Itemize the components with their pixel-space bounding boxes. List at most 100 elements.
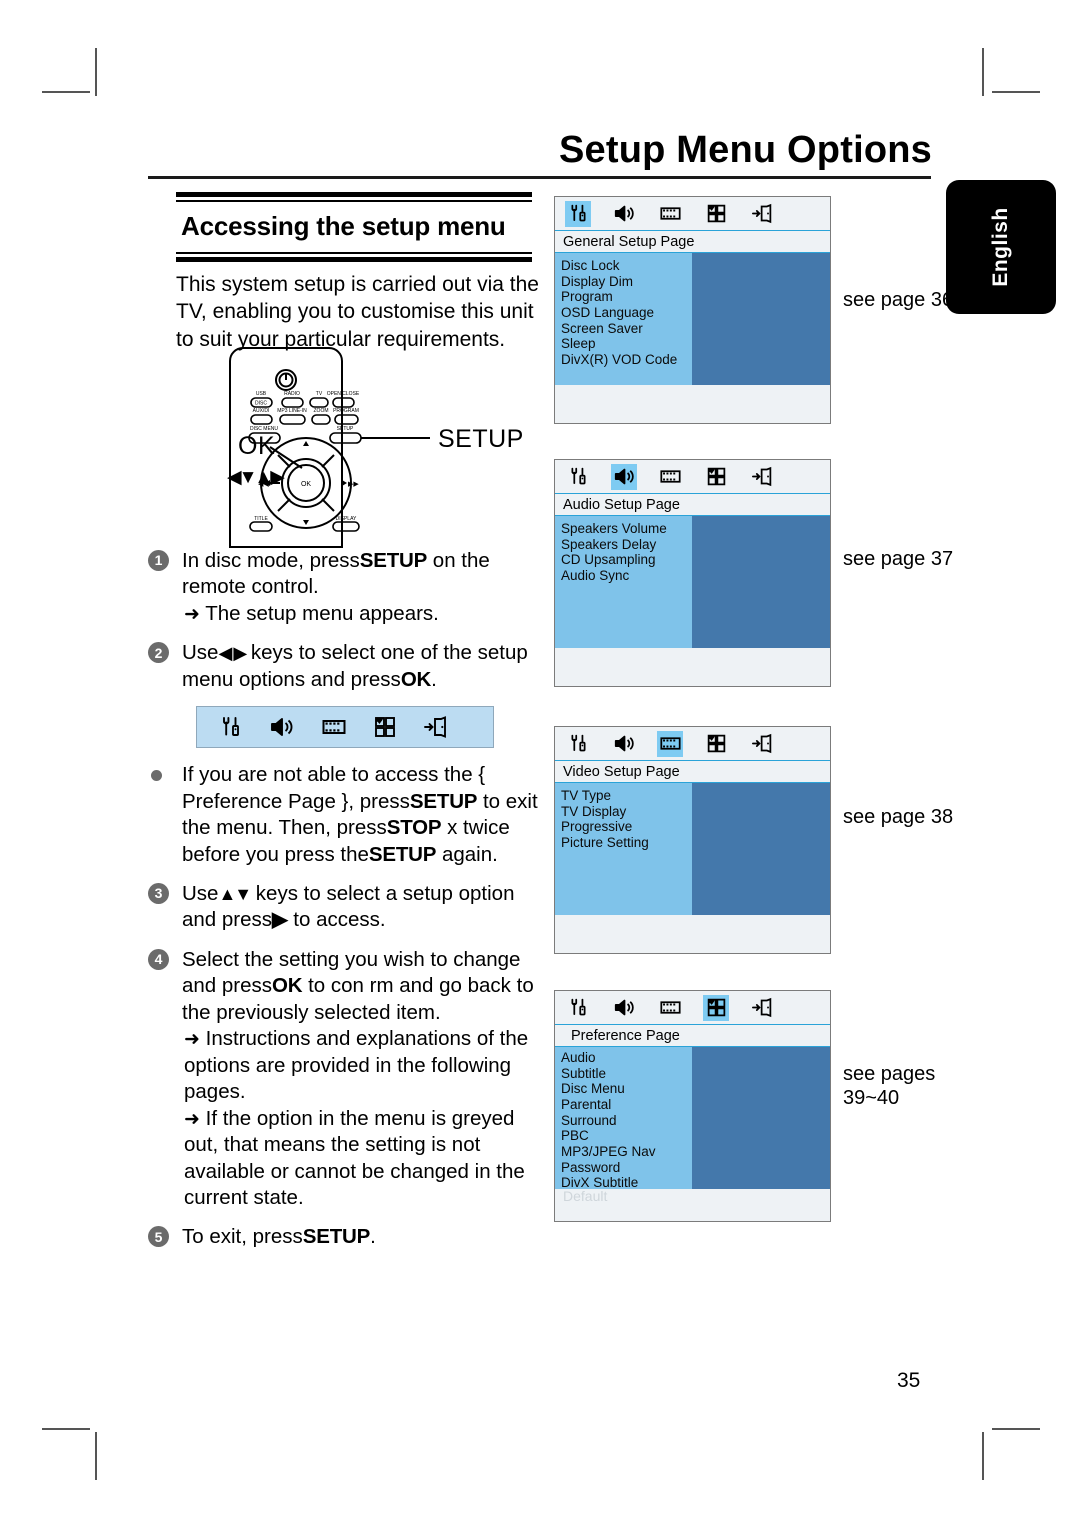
screen-option-list: Speakers Volume Speakers Delay CD Upsamp…: [555, 516, 692, 648]
step-substatement: ➜ If the option in the menu is greyed ou…: [182, 1106, 548, 1212]
svg-text:OPEN/CLOSE: OPEN/CLOSE: [327, 391, 360, 397]
screen-page-title: Preference Page: [555, 1025, 830, 1047]
exit-icon[interactable]: [749, 464, 775, 490]
screen-footer: Default: [555, 1188, 830, 1221]
screen-value-panel: [692, 516, 830, 648]
default-option[interactable]: Default: [563, 1188, 607, 1204]
svg-text:TITLE: TITLE: [254, 516, 268, 522]
list-item[interactable]: PBC: [561, 1128, 692, 1144]
exit-icon[interactable]: [423, 715, 449, 739]
step-text-after: .: [370, 1225, 376, 1249]
list-item[interactable]: Password: [561, 1160, 692, 1176]
audio-setup-icon[interactable]: [611, 463, 637, 490]
exit-icon[interactable]: [749, 201, 775, 227]
left-right-keys-icon: ◀ ▶: [218, 643, 247, 664]
list-item[interactable]: Picture Setting: [561, 835, 692, 851]
crop-mark-tr-h: [992, 91, 1040, 93]
video-setup-icon[interactable]: [321, 715, 347, 739]
step-text-before: To exit, press: [182, 1225, 303, 1249]
audio-setup-icon[interactable]: [611, 995, 637, 1021]
svg-text:DISC: DISC: [255, 401, 267, 407]
list-item[interactable]: DivX(R) VOD Code: [561, 352, 692, 368]
exit-icon[interactable]: [749, 731, 775, 757]
audio-setup-icon[interactable]: [611, 201, 637, 227]
preference-icon[interactable]: [703, 994, 729, 1021]
list-item[interactable]: CD Upsampling: [561, 552, 692, 568]
preference-icon[interactable]: [373, 715, 397, 739]
step-3: 3 Use▲▼ keys to select a setup option an…: [148, 881, 548, 934]
list-item[interactable]: Speakers Delay: [561, 537, 692, 553]
list-item[interactable]: TV Type: [561, 788, 692, 804]
list-item[interactable]: Disc Menu: [561, 1081, 692, 1097]
svg-text:MP3 LINE-IN: MP3 LINE-IN: [277, 408, 307, 414]
general-setup-icon[interactable]: [565, 464, 591, 490]
audio-setup-screen: Audio Setup Page Speakers Volume Speaker…: [554, 459, 831, 687]
remote-ok-label: OK: [238, 432, 276, 460]
list-item[interactable]: Disc Lock: [561, 258, 692, 274]
arrow-right-icon: ➜: [184, 603, 200, 625]
svg-text:AUX/DI: AUX/DI: [253, 408, 270, 414]
video-setup-icon[interactable]: [657, 995, 683, 1021]
step-text-before: Use: [182, 641, 219, 665]
heading-rule-bottom-thick: [176, 257, 532, 262]
step-2: 2 Use◀ ▶ keys to select one of the setup…: [148, 640, 548, 693]
step-marker: 5: [148, 1226, 169, 1248]
list-item[interactable]: Surround: [561, 1113, 692, 1129]
screen-option-list: Disc Lock Display Dim Program OSD Langua…: [555, 253, 692, 385]
general-setup-icon[interactable]: [565, 731, 591, 757]
list-item[interactable]: Speakers Volume: [561, 521, 692, 537]
crop-mark-bl-v: [95, 1432, 97, 1480]
note-key-setup-1: SETUP: [409, 789, 478, 813]
general-setup-icon[interactable]: [565, 200, 591, 227]
screen-page-title: General Setup Page: [555, 231, 830, 253]
note-key-setup-2: SETUP: [368, 842, 437, 866]
list-item[interactable]: Parental: [561, 1097, 692, 1113]
list-item[interactable]: Sleep: [561, 336, 692, 352]
arrow-right-icon: ➜: [184, 1029, 200, 1051]
list-item[interactable]: Screen Saver: [561, 321, 692, 337]
audio-setup-icon[interactable]: [269, 715, 295, 739]
exit-icon[interactable]: [749, 995, 775, 1021]
preference-icon[interactable]: [703, 464, 729, 490]
screen-option-list: Audio Subtitle Disc Menu Parental Surrou…: [555, 1047, 692, 1190]
page-number: 35: [897, 1369, 921, 1392]
list-item[interactable]: MP3/JPEG Nav: [561, 1144, 692, 1160]
see-page-ref-preference: see pages 39~40: [843, 1062, 963, 1111]
step-key: SETUP: [359, 549, 428, 572]
list-item[interactable]: Audio: [561, 1050, 692, 1066]
video-setup-icon[interactable]: [657, 730, 683, 757]
step-substatement: ➜ Instructions and explanations of the o…: [182, 1026, 548, 1105]
list-item[interactable]: Program: [561, 289, 692, 305]
crop-mark-tl-v: [95, 48, 97, 96]
see-page-ref-general: see page 36: [843, 289, 954, 311]
list-item[interactable]: Audio Sync: [561, 568, 692, 584]
video-setup-icon[interactable]: [657, 464, 683, 490]
manual-page: Setup Menu Options English Accessing the…: [0, 0, 1080, 1524]
preference-icon[interactable]: [703, 731, 729, 757]
step-marker: 3: [148, 883, 169, 904]
list-item[interactable]: Subtitle: [561, 1066, 692, 1082]
crop-mark-tl-h: [42, 91, 90, 93]
section-block: Accessing the setup menu: [176, 192, 532, 262]
video-setup-icon[interactable]: [657, 201, 683, 227]
list-item[interactable]: Display Dim: [561, 274, 692, 290]
screen-footer: [555, 915, 830, 953]
screen-body: Disc Lock Display Dim Program OSD Langua…: [555, 253, 830, 385]
crop-mark-br-v: [982, 1432, 984, 1480]
preference-icon[interactable]: [703, 201, 729, 227]
step-note-bullet: If you are not able to access the { Pref…: [148, 762, 548, 868]
screen-option-list: TV Type TV Display Progressive Picture S…: [555, 783, 692, 915]
step-marker: 2: [148, 642, 169, 664]
preference-screen: Preference Page Audio Subtitle Disc Menu…: [554, 990, 831, 1222]
svg-text:PROGRAM: PROGRAM: [333, 408, 359, 414]
list-item[interactable]: TV Display: [561, 804, 692, 820]
step-marker: 1: [148, 550, 169, 571]
step-key: OK: [272, 974, 303, 998]
screen-icon-bar: [555, 460, 830, 494]
general-setup-icon[interactable]: [219, 715, 243, 739]
screen-icon-bar: [555, 727, 830, 761]
list-item[interactable]: OSD Language: [561, 305, 692, 321]
audio-setup-icon[interactable]: [611, 731, 637, 757]
general-setup-icon[interactable]: [565, 995, 591, 1021]
list-item[interactable]: Progressive: [561, 819, 692, 835]
